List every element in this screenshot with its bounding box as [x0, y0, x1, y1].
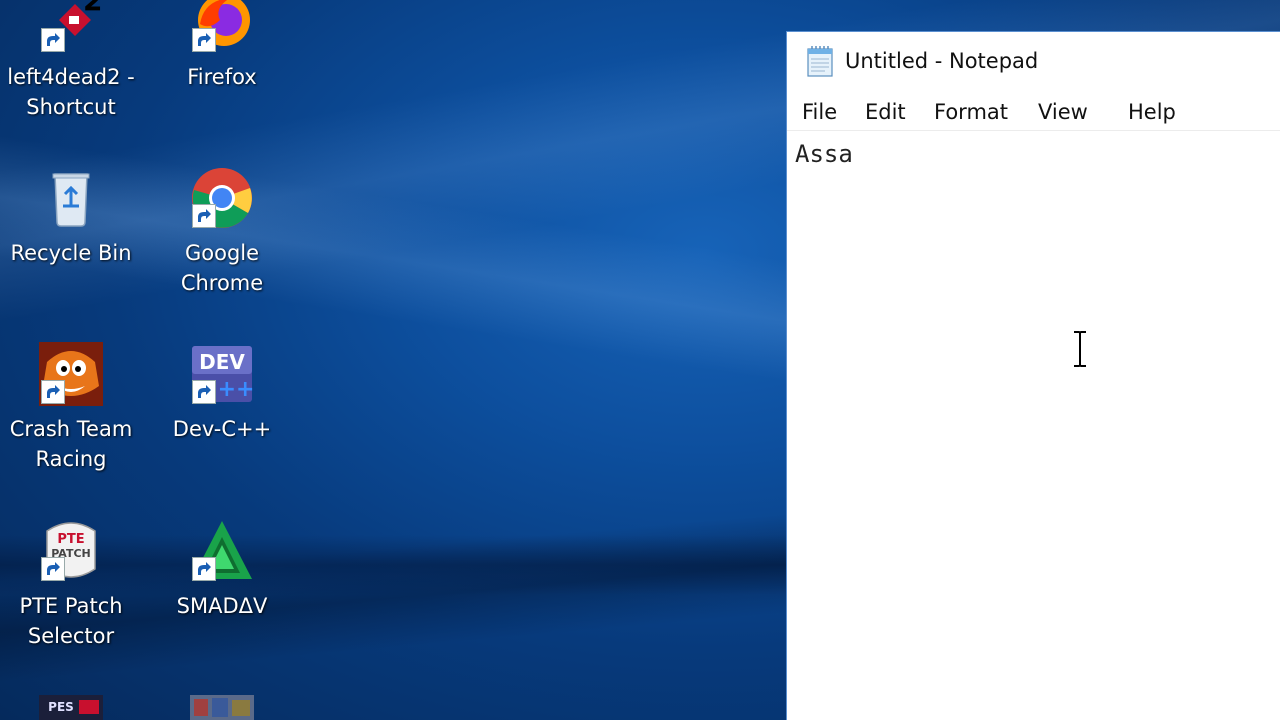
shortcut-arrow-icon: [192, 380, 216, 404]
desktop-icon-google-chrome[interactable]: Google Chrome: [147, 166, 297, 298]
shortcut-arrow-icon: [41, 380, 65, 404]
game-icon: [190, 695, 254, 720]
dev-text: DEV: [199, 350, 245, 374]
desktop-icon-game-partial[interactable]: [147, 695, 297, 720]
desktop-icon-left4dead2[interactable]: 2 left4dead2 - Shortcut: [0, 0, 146, 122]
desktop-icon-recycle-bin[interactable]: Recycle Bin: [0, 166, 146, 268]
firefox-icon: [190, 0, 254, 54]
desktop-icon-crash-team-racing[interactable]: Crash Team Racing: [0, 342, 146, 474]
menu-file[interactable]: File: [802, 96, 837, 128]
icon-label-smadav: SMADΔV: [176, 594, 268, 618]
window-title: Untitled - Notepad: [845, 49, 1039, 73]
notepad-icon: [805, 45, 835, 77]
icon-label-recycle-bin: Recycle Bin: [10, 241, 132, 265]
icon-label-dev-cpp: Dev-C++: [172, 417, 272, 441]
menu-bar: File Edit Format View Help: [787, 94, 1280, 131]
smadav-icon: [190, 519, 254, 583]
title-bar[interactable]: Untitled - Notepad: [787, 32, 1280, 90]
icon-label-firefox: Firefox: [187, 65, 257, 89]
shortcut-arrow-icon: [192, 557, 216, 581]
menu-view[interactable]: View: [1038, 96, 1088, 128]
recycle-bin-icon: [39, 166, 103, 230]
desktop-icon-pes-partial[interactable]: PES: [0, 695, 146, 720]
shortcut-arrow-icon: [192, 204, 216, 228]
desktop-icon-smadav[interactable]: SMADΔV: [147, 519, 297, 621]
icon-label-left4dead2: left4dead2 - Shortcut: [7, 65, 135, 119]
shortcut-arrow-icon: [41, 557, 65, 581]
desktop-icon-dev-cpp[interactable]: DEV ++ Dev-C++: [147, 342, 297, 444]
icon-label-google-chrome: Google Chrome: [180, 241, 264, 295]
notepad-window[interactable]: Untitled - Notepad File Edit Format View…: [786, 31, 1280, 720]
desktop-icon-pte-patch[interactable]: PTE PATCH PTE Patch Selector: [0, 519, 146, 651]
menu-help[interactable]: Help: [1128, 96, 1176, 128]
shortcut-arrow-icon: [192, 28, 216, 52]
dev-cpp-icon: DEV ++: [190, 342, 254, 406]
pte-patch-icon: PTE PATCH: [39, 519, 103, 583]
icon-label-pte-patch: PTE Patch Selector: [19, 594, 123, 648]
chrome-icon: [190, 166, 254, 230]
menu-edit[interactable]: Edit: [865, 96, 906, 128]
pes-icon: PES: [39, 695, 103, 720]
text-editor-area[interactable]: Assa: [787, 132, 1280, 720]
pes-text: PES: [48, 700, 74, 714]
crash-team-racing-icon: [39, 342, 103, 406]
pte-text: PTE: [57, 532, 84, 547]
desktop-icon-firefox[interactable]: Firefox: [147, 0, 297, 92]
editor-content[interactable]: Assa: [795, 136, 853, 172]
left4dead2-icon: 2: [39, 0, 103, 54]
menu-format[interactable]: Format: [934, 96, 1008, 128]
shortcut-arrow-icon: [41, 28, 65, 52]
icon-label-crash-team-racing: Crash Team Racing: [9, 417, 133, 471]
text-cursor-icon: [1071, 330, 1089, 368]
dev-plus-text: ++: [218, 377, 254, 402]
svg-text:2: 2: [83, 0, 102, 17]
